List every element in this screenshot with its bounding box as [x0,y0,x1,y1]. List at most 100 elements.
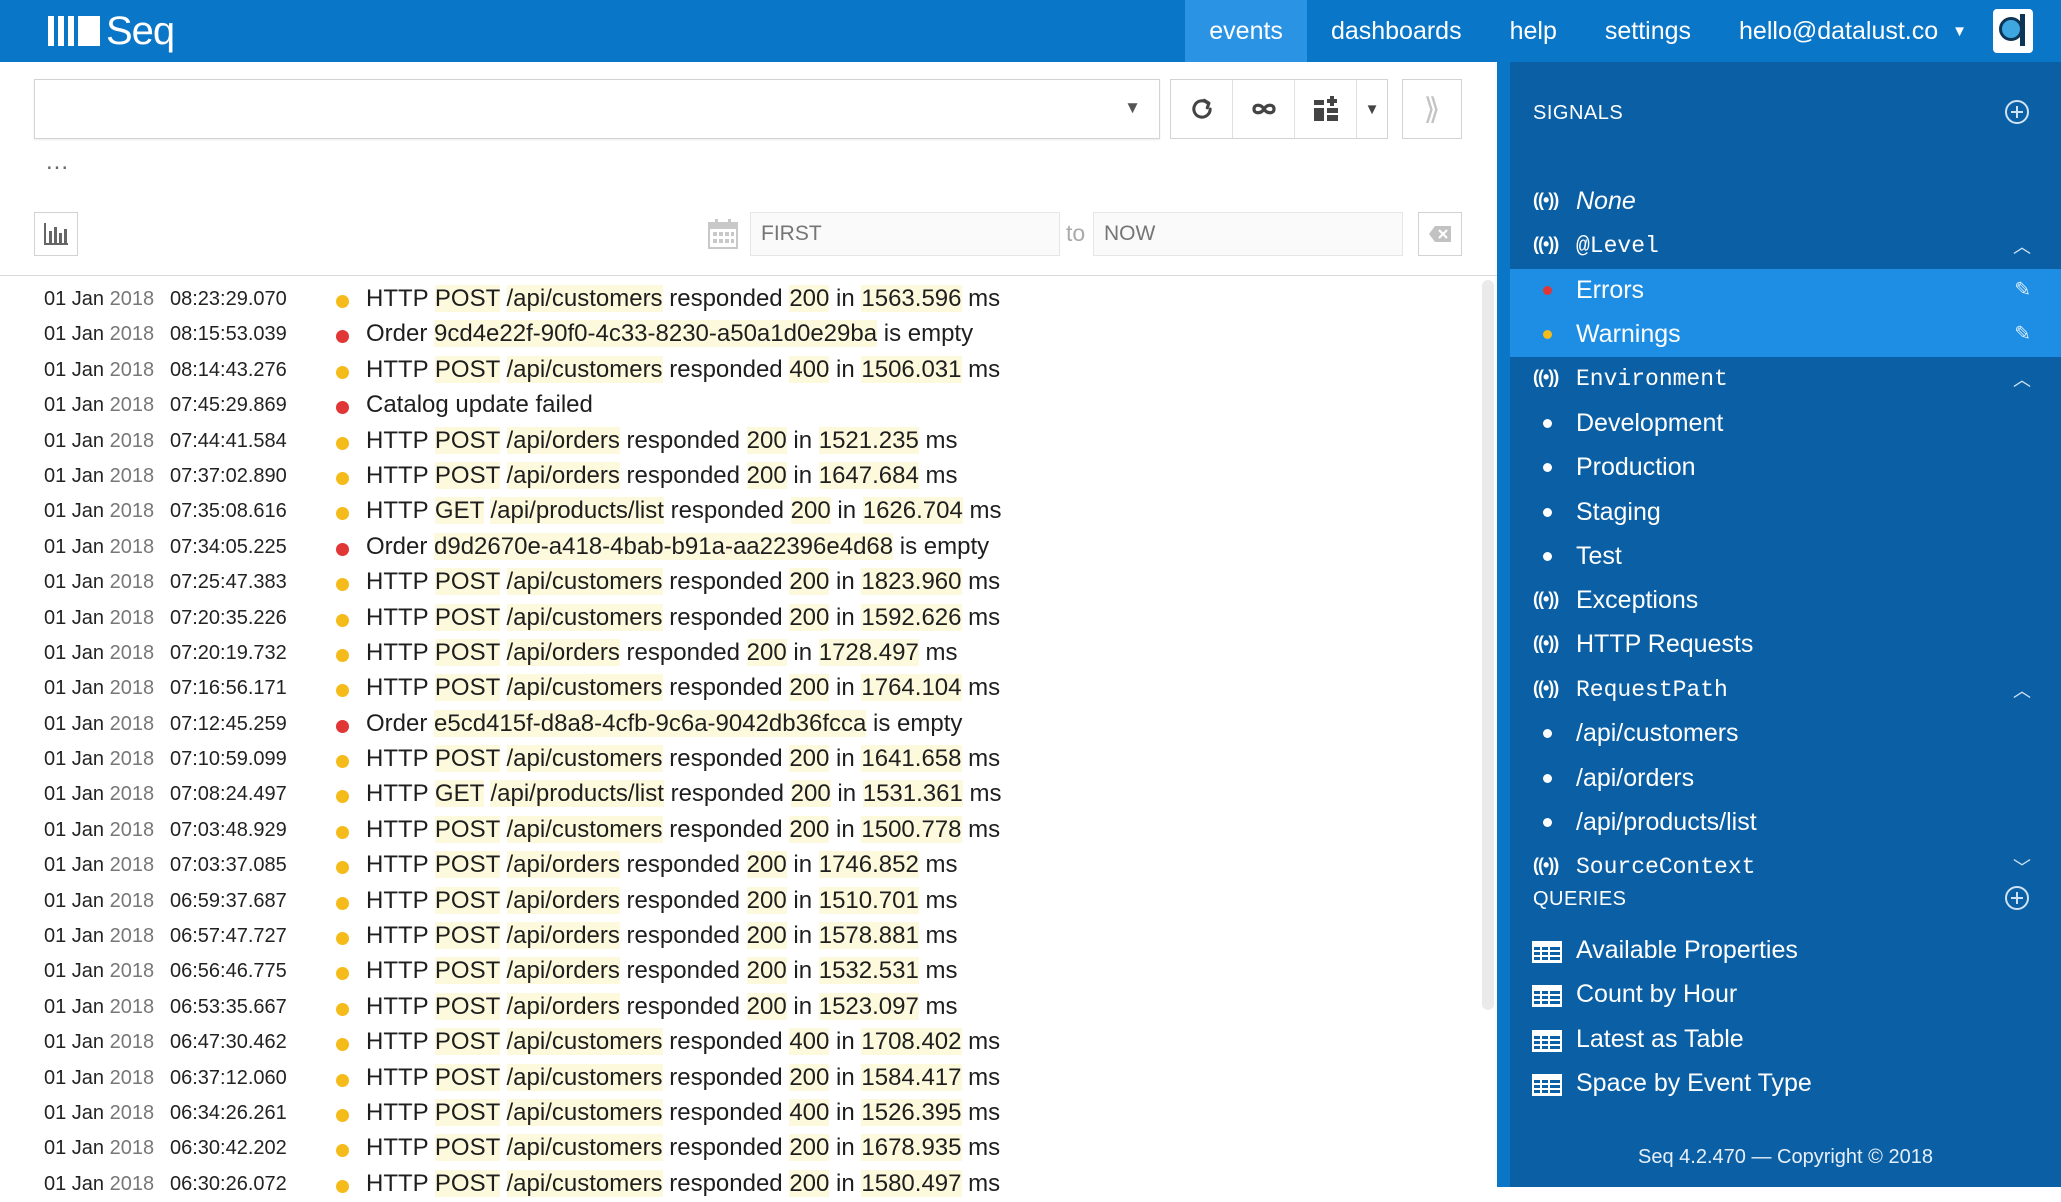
signal-production[interactable]: Production [1510,446,2061,490]
event-time: 07:20:19.732 [170,641,287,664]
event-property: POST [434,745,500,773]
signal-api-customers[interactable]: /api/customers [1510,712,2061,756]
signal-sourcecontext[interactable]: ((•)) SourceContext ﹀ [1510,845,2061,889]
signal-staging[interactable]: Staging [1510,491,2061,535]
event-row[interactable]: 01 Jan 2018 06:34:26.261 HTTP POST /api/cu… [0,1096,1480,1131]
seq-logo[interactable]: Seq [48,9,175,53]
event-row[interactable]: 01 Jan 2018 07:10:59.099 HTTP POST /api/cu… [0,742,1480,777]
dashboard-options-button[interactable]: ▼ [1357,80,1387,138]
signal-test[interactable]: Test [1510,535,2061,579]
query-item[interactable]: Available Properties [1510,929,2061,973]
clear-dates-button[interactable] [1418,212,1462,256]
tail-button[interactable] [1233,80,1295,138]
signal-development[interactable]: Development [1510,402,2061,446]
event-row[interactable]: 01 Jan 2018 06:59:37.687 HTTP POST /api/or… [0,884,1480,919]
event-property: 1678.935 [861,1134,962,1162]
event-row[interactable]: 01 Jan 2018 06:53:35.667 HTTP POST /api/or… [0,990,1480,1025]
nav-events[interactable]: events [1185,0,1307,62]
event-row[interactable]: 01 Jan 2018 07:08:24.497 HTTP GET /api/pro… [0,777,1480,812]
add-signal-icon[interactable] [2005,100,2029,124]
nav-help[interactable]: help [1486,0,1581,62]
query-item[interactable]: Space by Event Type [1510,1062,2061,1106]
warning-level-icon [336,684,349,698]
event-row[interactable]: 01 Jan 2018 06:30:42.202 HTTP POST /api/cu… [0,1131,1480,1166]
event-row[interactable]: 01 Jan 2018 07:03:37.085 HTTP POST /api/or… [0,848,1480,883]
warning-level-icon [336,648,349,662]
event-row[interactable]: 01 Jan 2018 07:37:02.890 HTTP POST /api/or… [0,459,1480,494]
event-row[interactable]: 01 Jan 2018 08:23:29.070 HTTP POST /api/cu… [0,282,1480,317]
event-date: 01 Jan 2018 [44,358,155,381]
signal-requestpath[interactable]: ((•)) RequestPath ︿ [1510,668,2061,712]
event-row[interactable]: 01 Jan 2018 06:37:12.060 HTTP POST /api/cu… [0,1061,1480,1096]
event-text: ms [961,1028,1001,1056]
event-property: 1764.104 [861,674,962,702]
calendar-icon[interactable] [708,219,738,249]
warning-level-icon [336,1002,349,1016]
event-row[interactable]: 01 Jan 2018 07:12:45.259 Order e5cd415f-d8… [0,707,1480,742]
event-row[interactable]: 01 Jan 2018 07:35:08.616 HTTP GET /api/pro… [0,494,1480,529]
event-property: 1641.658 [861,745,962,773]
chevron-up-icon[interactable]: ︿ [2013,366,2031,392]
event-row[interactable]: 01 Jan 2018 08:14:43.276 HTTP POST /api/cu… [0,353,1480,388]
refresh-button[interactable] [1171,80,1233,138]
date-from-input[interactable] [750,212,1060,256]
event-message: HTTP POST /api/customers responded 200 i… [366,1169,1000,1198]
event-row[interactable]: 01 Jan 2018 06:56:46.775 HTTP POST /api/or… [0,954,1480,989]
add-query-icon[interactable] [2005,886,2029,910]
history-dropdown-icon[interactable]: ▼ [1124,98,1141,118]
query-input[interactable]: ▼ [34,79,1160,139]
event-time: 07:20:35.226 [170,606,287,629]
avatar[interactable] [1993,9,2033,53]
signal-errors[interactable]: Errors ✎ [1510,269,2061,313]
event-text [428,745,435,772]
event-text: in [786,426,819,454]
event-row[interactable]: 01 Jan 2018 08:15:53.039 Order 9cd4e22f-90… [0,317,1480,352]
nav-dashboards[interactable]: dashboards [1307,0,1486,62]
event-row[interactable]: 01 Jan 2018 06:30:26.072 HTTP POST /api/cu… [0,1167,1480,1202]
event-row[interactable]: 01 Jan 2018 07:44:41.584 HTTP POST /api/or… [0,424,1480,459]
event-date: 01 Jan 2018 [44,712,155,735]
pencil-icon[interactable]: ✎ [2014,277,2031,302]
query-item[interactable]: Latest as Table [1510,1018,2061,1062]
signal-level[interactable]: ((•)) @Level ︿ [1510,224,2061,268]
signal-environment[interactable]: ((•)) Environment ︿ [1510,357,2061,401]
event-text: ms [918,426,958,454]
event-row[interactable]: 01 Jan 2018 07:34:05.225 Order d9d2670e-a4… [0,530,1480,565]
date-to-input[interactable] [1093,212,1403,256]
event-row[interactable]: 01 Jan 2018 07:03:48.929 HTTP POST /api/cu… [0,813,1480,848]
chevron-up-icon[interactable]: ︿ [2013,677,2031,703]
event-row[interactable]: 01 Jan 2018 06:47:30.462 HTTP POST /api/cu… [0,1025,1480,1060]
signal-api-orders[interactable]: /api/orders [1510,757,2061,801]
event-row[interactable]: 01 Jan 2018 07:20:35.226 HTTP POST /api/cu… [0,601,1480,636]
user-menu[interactable]: hello@datalust.co ▼ [1715,0,1983,62]
event-row[interactable]: 01 Jan 2018 07:20:19.732 HTTP POST /api/or… [0,636,1480,671]
event-text: ms [918,638,958,666]
top-bar: Seq events dashboards help settings hell… [0,0,2061,62]
expand-signals-button[interactable]: ⟫ [1402,79,1462,139]
event-row[interactable]: 01 Jan 2018 07:45:29.869 Catalog update fa… [0,388,1480,423]
pencil-icon[interactable]: ✎ [2014,321,2031,346]
event-row[interactable]: 01 Jan 2018 06:57:47.727 HTTP POST /api/or… [0,919,1480,954]
signal-warnings[interactable]: Warnings ✎ [1510,313,2061,357]
event-text [428,1134,435,1161]
more-ellipsis[interactable]: ... [46,148,69,176]
signal-api-products-list[interactable]: /api/products/list [1510,801,2061,845]
event-message: HTTP GET /api/products/list responded 20… [366,497,1002,525]
chevron-up-icon[interactable]: ︿ [2013,233,2031,259]
chevron-down-icon[interactable]: ﹀ [2013,854,2031,880]
event-property: /api/customers [506,1134,663,1162]
signal-none[interactable]: ((•)) None [1510,180,2061,224]
nav-settings[interactable]: settings [1581,0,1715,62]
event-text: responded [662,745,790,773]
event-row[interactable]: 01 Jan 2018 07:25:47.383 HTTP POST /api/cu… [0,565,1480,600]
signal-http-requests[interactable]: ((•)) HTTP Requests [1510,623,2061,667]
event-text: HTTP [366,886,429,914]
add-to-dashboard-button[interactable] [1295,80,1357,138]
seq-logo-icon [48,16,100,46]
query-item[interactable]: Count by Hour [1510,973,2061,1017]
event-property: POST [434,285,500,312]
signal-exceptions[interactable]: ((•)) Exceptions [1510,579,2061,623]
histogram-button[interactable] [34,212,78,256]
events-scrollbar[interactable] [1482,280,1494,1010]
event-row[interactable]: 01 Jan 2018 07:16:56.171 HTTP POST /api/cu… [0,671,1480,706]
